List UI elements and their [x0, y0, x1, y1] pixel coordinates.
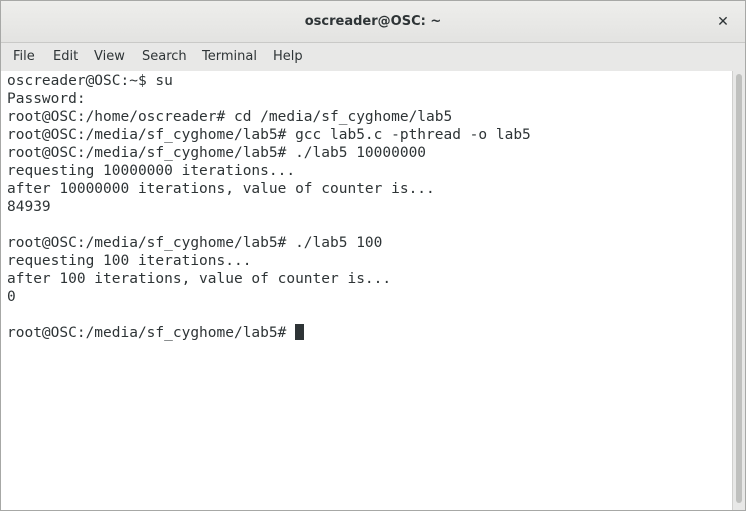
terminal-line: after 100 iterations, value of counter i… [7, 271, 392, 287]
title-bar[interactable]: oscreader@OSC: ~ ✕ [1, 1, 745, 43]
terminal-output[interactable]: oscreader@OSC:~$ su Password: root@OSC:/… [1, 71, 732, 510]
close-icon: ✕ [717, 14, 729, 30]
terminal-line: after 10000000 iterations, value of coun… [7, 181, 435, 197]
scrollbar[interactable] [732, 71, 745, 510]
menu-view[interactable]: View [94, 49, 125, 64]
menu-search[interactable]: Search [142, 49, 187, 64]
terminal-line: requesting 10000000 iterations... [7, 163, 296, 179]
scrollbar-thumb[interactable] [736, 74, 742, 503]
close-button[interactable]: ✕ [713, 12, 733, 32]
window-title: oscreader@OSC: ~ [304, 14, 442, 29]
terminal-line: root@OSC:/media/sf_cyghome/lab5# gcc lab… [7, 127, 531, 143]
menu-help[interactable]: Help [273, 49, 303, 64]
menu-file[interactable]: File [13, 49, 35, 64]
terminal-line: root@OSC:/media/sf_cyghome/lab5# ./lab5 … [7, 235, 383, 251]
terminal-line: 0 [7, 289, 16, 305]
terminal-line: Password: [7, 91, 86, 107]
terminal-line: root@OSC:/home/oscreader# cd /media/sf_c… [7, 109, 453, 125]
terminal-line: oscreader@OSC:~$ su [7, 73, 173, 89]
terminal-window: oscreader@OSC: ~ ✕ File Edit View Search… [0, 0, 746, 511]
terminal-line: requesting 100 iterations... [7, 253, 252, 269]
menu-edit[interactable]: Edit [53, 49, 78, 64]
text-cursor [295, 324, 305, 340]
menu-bar: File Edit View Search Terminal Help [1, 43, 745, 71]
terminal-line: root@OSC:/media/sf_cyghome/lab5# ./lab5 … [7, 145, 427, 161]
terminal-prompt: root@OSC:/media/sf_cyghome/lab5# [7, 325, 296, 341]
menu-terminal[interactable]: Terminal [202, 49, 257, 64]
terminal-line: 84939 [7, 199, 51, 215]
terminal-prompt-line[interactable]: root@OSC:/media/sf_cyghome/lab5# [7, 324, 732, 342]
